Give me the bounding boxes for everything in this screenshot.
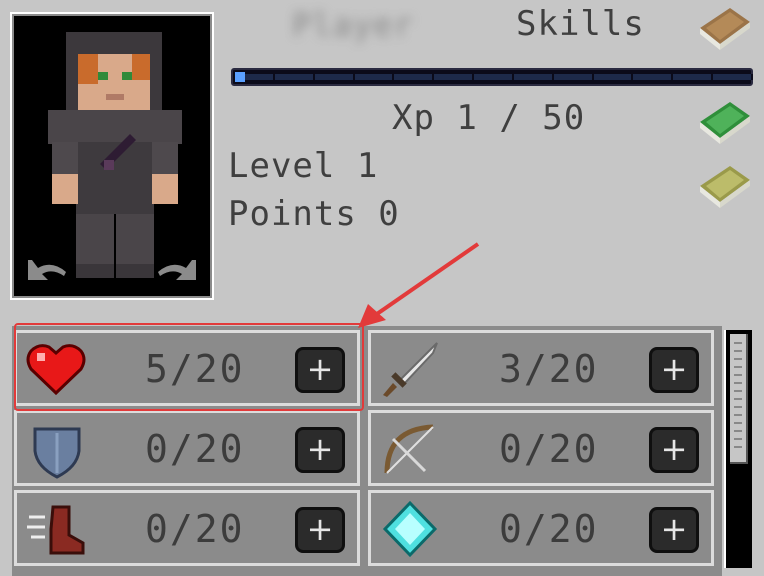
green-book-icon[interactable] <box>694 96 754 148</box>
diamond-icon <box>382 500 438 558</box>
skill-slot-magic: 0/20 + <box>368 490 714 566</box>
add-magic-button[interactable]: + <box>649 507 699 553</box>
shield-icon <box>33 427 81 479</box>
xp-bar-segment <box>394 74 435 80</box>
skill-value: 0/20 <box>499 427 599 471</box>
skill-slot-defense: 0/20 + <box>14 410 360 486</box>
add-defense-button[interactable]: + <box>295 427 345 473</box>
xp-bar-segment <box>553 74 594 80</box>
arrow-annotation <box>358 242 480 328</box>
xp-bar-segment <box>274 74 315 80</box>
skill-value: 3/20 <box>499 347 599 391</box>
skills-scrollbar[interactable] <box>724 330 752 568</box>
skill-value: 0/20 <box>145 427 245 471</box>
xp-bar-segment <box>474 74 514 80</box>
player-name: Player <box>292 6 414 44</box>
bow-icon <box>384 424 434 474</box>
page-title: Skills <box>516 4 645 44</box>
scroll-thumb[interactable] <box>730 334 748 464</box>
player-portrait <box>10 12 214 300</box>
skills-book-icon[interactable] <box>694 2 754 54</box>
add-archery-button[interactable]: + <box>649 427 699 473</box>
xp-progress-bar <box>231 68 753 86</box>
boot-icon <box>27 505 85 555</box>
rotate-left-icon[interactable] <box>22 252 70 290</box>
skill-value: 0/20 <box>499 507 599 551</box>
xp-progress-fill <box>235 72 245 82</box>
level-label: Level 1 <box>228 146 379 186</box>
olive-book-icon[interactable] <box>694 160 754 212</box>
xp-bar-segment <box>434 74 475 80</box>
xp-bar-segment <box>633 74 674 80</box>
sword-icon <box>383 342 438 397</box>
xp-label: Xp 1 / 50 <box>392 98 586 138</box>
rotate-right-icon[interactable] <box>154 252 202 290</box>
points-label: Points 0 <box>228 194 400 234</box>
xp-bar-segment <box>513 74 554 80</box>
skill-value: 0/20 <box>145 507 245 551</box>
xp-bar-segment <box>593 74 634 80</box>
skill-slot-archery: 0/20 + <box>368 410 714 486</box>
skill-slot-attack: 3/20 + <box>368 330 714 406</box>
skill-slot-speed: 0/20 + <box>14 490 360 566</box>
highlight-annotation <box>14 323 364 411</box>
xp-bar-segment <box>673 74 714 80</box>
add-speed-button[interactable]: + <box>295 507 345 553</box>
add-attack-button[interactable]: + <box>649 347 699 393</box>
xp-bar-segment <box>314 74 355 80</box>
xp-bar-segment <box>354 74 395 80</box>
xp-bar-segment <box>713 74 753 80</box>
